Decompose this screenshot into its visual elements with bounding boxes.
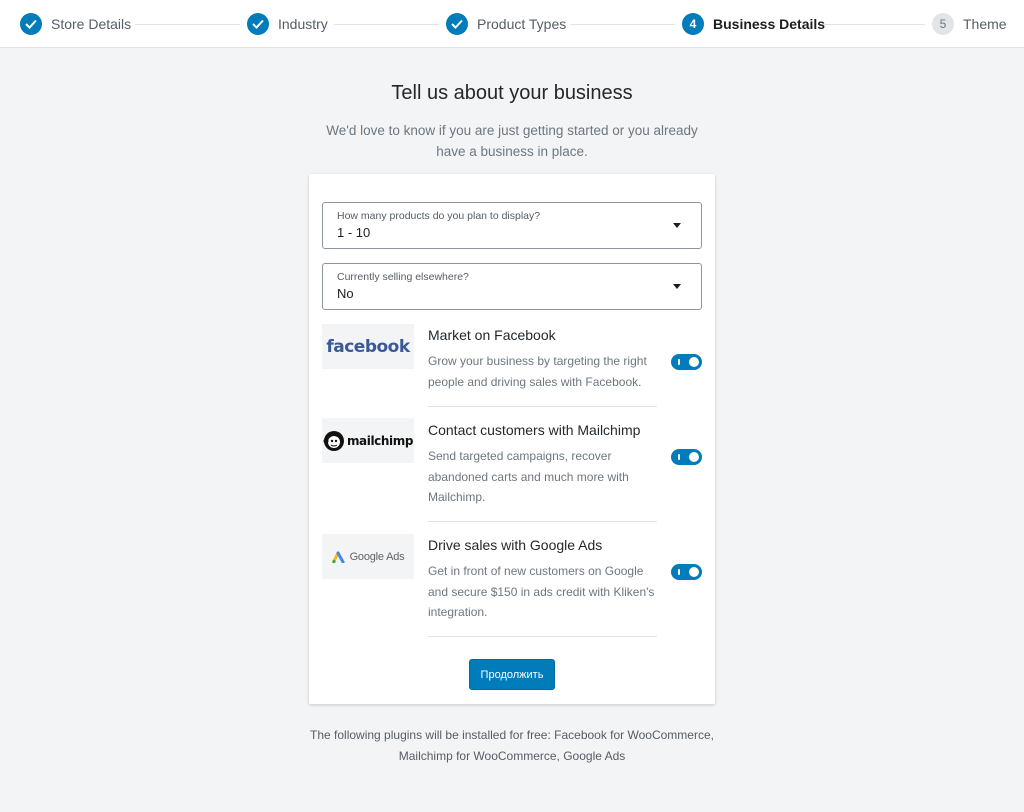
- mailchimp-logo: mailchimp: [322, 418, 414, 463]
- step-connector: [334, 24, 439, 25]
- facebook-logo: facebook: [322, 324, 414, 369]
- plugins-note: The following plugins will be installed …: [310, 728, 714, 763]
- check-icon: [20, 13, 42, 35]
- business-details-card: How many products do you plan to display…: [309, 174, 715, 704]
- google-ads-toggle[interactable]: [671, 564, 702, 580]
- step-label: Product Types: [477, 16, 567, 32]
- facebook-wordmark: facebook: [326, 336, 410, 357]
- select-label: Currently selling elsewhere?: [337, 271, 469, 283]
- extension-description: Grow your business by targeting the righ…: [428, 354, 647, 389]
- setup-stepper: Store Details Industry Product Types 4 B…: [0, 0, 1024, 48]
- check-icon: [446, 13, 468, 35]
- mailchimp-monkey-icon: [323, 430, 344, 451]
- step-connector: [820, 24, 925, 25]
- extension-description: Send targeted campaigns, recover abandon…: [428, 449, 629, 504]
- step-business-details: 4 Business Details: [682, 13, 825, 35]
- page-subtitle: We'd love to know if you are just gettin…: [326, 123, 698, 159]
- step-theme: 5 Theme: [932, 13, 1007, 35]
- google-ads-icon: [331, 551, 345, 563]
- extension-title: Market on Facebook: [428, 327, 556, 343]
- step-product-types[interactable]: Product Types: [446, 13, 566, 35]
- mailchimp-toggle[interactable]: [671, 449, 702, 465]
- continue-button[interactable]: Продолжить: [469, 659, 555, 690]
- page-title: Tell us about your business: [391, 82, 633, 104]
- step-label: Business Details: [713, 16, 826, 32]
- divider: [428, 636, 657, 637]
- caret-down-icon: [673, 223, 681, 228]
- extension-title: Drive sales with Google Ads: [428, 537, 603, 553]
- select-value: 1 - 10: [337, 225, 371, 240]
- divider: [428, 521, 657, 522]
- extension-title: Contact customers with Mailchimp: [428, 422, 641, 438]
- divider: [428, 406, 657, 407]
- step-connector: [570, 24, 675, 25]
- step-industry[interactable]: Industry: [247, 13, 328, 35]
- facebook-toggle[interactable]: [671, 354, 702, 370]
- step-label: Theme: [963, 16, 1007, 32]
- check-icon: [247, 13, 269, 35]
- select-label: How many products do you plan to display…: [337, 210, 541, 222]
- products-count-select[interactable]: How many products do you plan to display…: [322, 202, 702, 249]
- step-connector: [135, 24, 240, 25]
- step-label: Industry: [278, 16, 328, 32]
- selling-elsewhere-select[interactable]: Currently selling elsewhere? No: [322, 263, 702, 310]
- mailchimp-wordmark: mailchimp: [346, 433, 414, 448]
- caret-down-icon: [673, 284, 681, 289]
- step-store-details[interactable]: Store Details: [20, 13, 131, 35]
- google-ads-wordmark: Google Ads: [349, 550, 405, 563]
- extension-description: Get in front of new customers on Google …: [428, 564, 655, 619]
- google-ads-logo: Google Ads: [322, 534, 414, 579]
- step-number: 5: [932, 13, 954, 35]
- step-label: Store Details: [51, 16, 132, 32]
- select-value: No: [337, 286, 354, 301]
- step-number: 4: [682, 13, 704, 35]
